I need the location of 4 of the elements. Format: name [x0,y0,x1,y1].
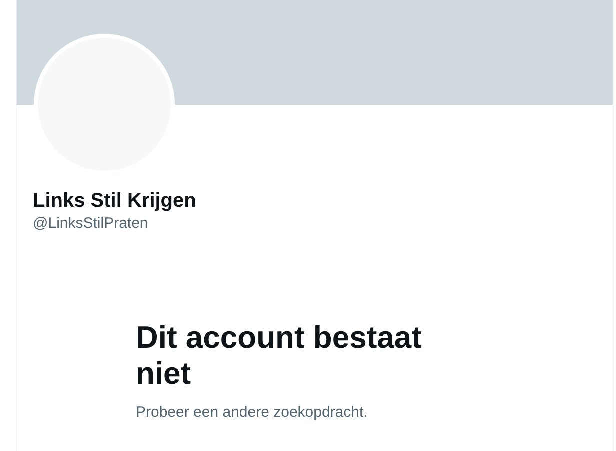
profile-name: Links Stil Krijgen [33,189,198,213]
profile-handle: @LinksStilPraten [33,214,150,234]
empty-state-title: Dit account bestaat niet [136,320,423,392]
empty-state-message: Probeer een andere zoekopdracht. [136,403,369,423]
